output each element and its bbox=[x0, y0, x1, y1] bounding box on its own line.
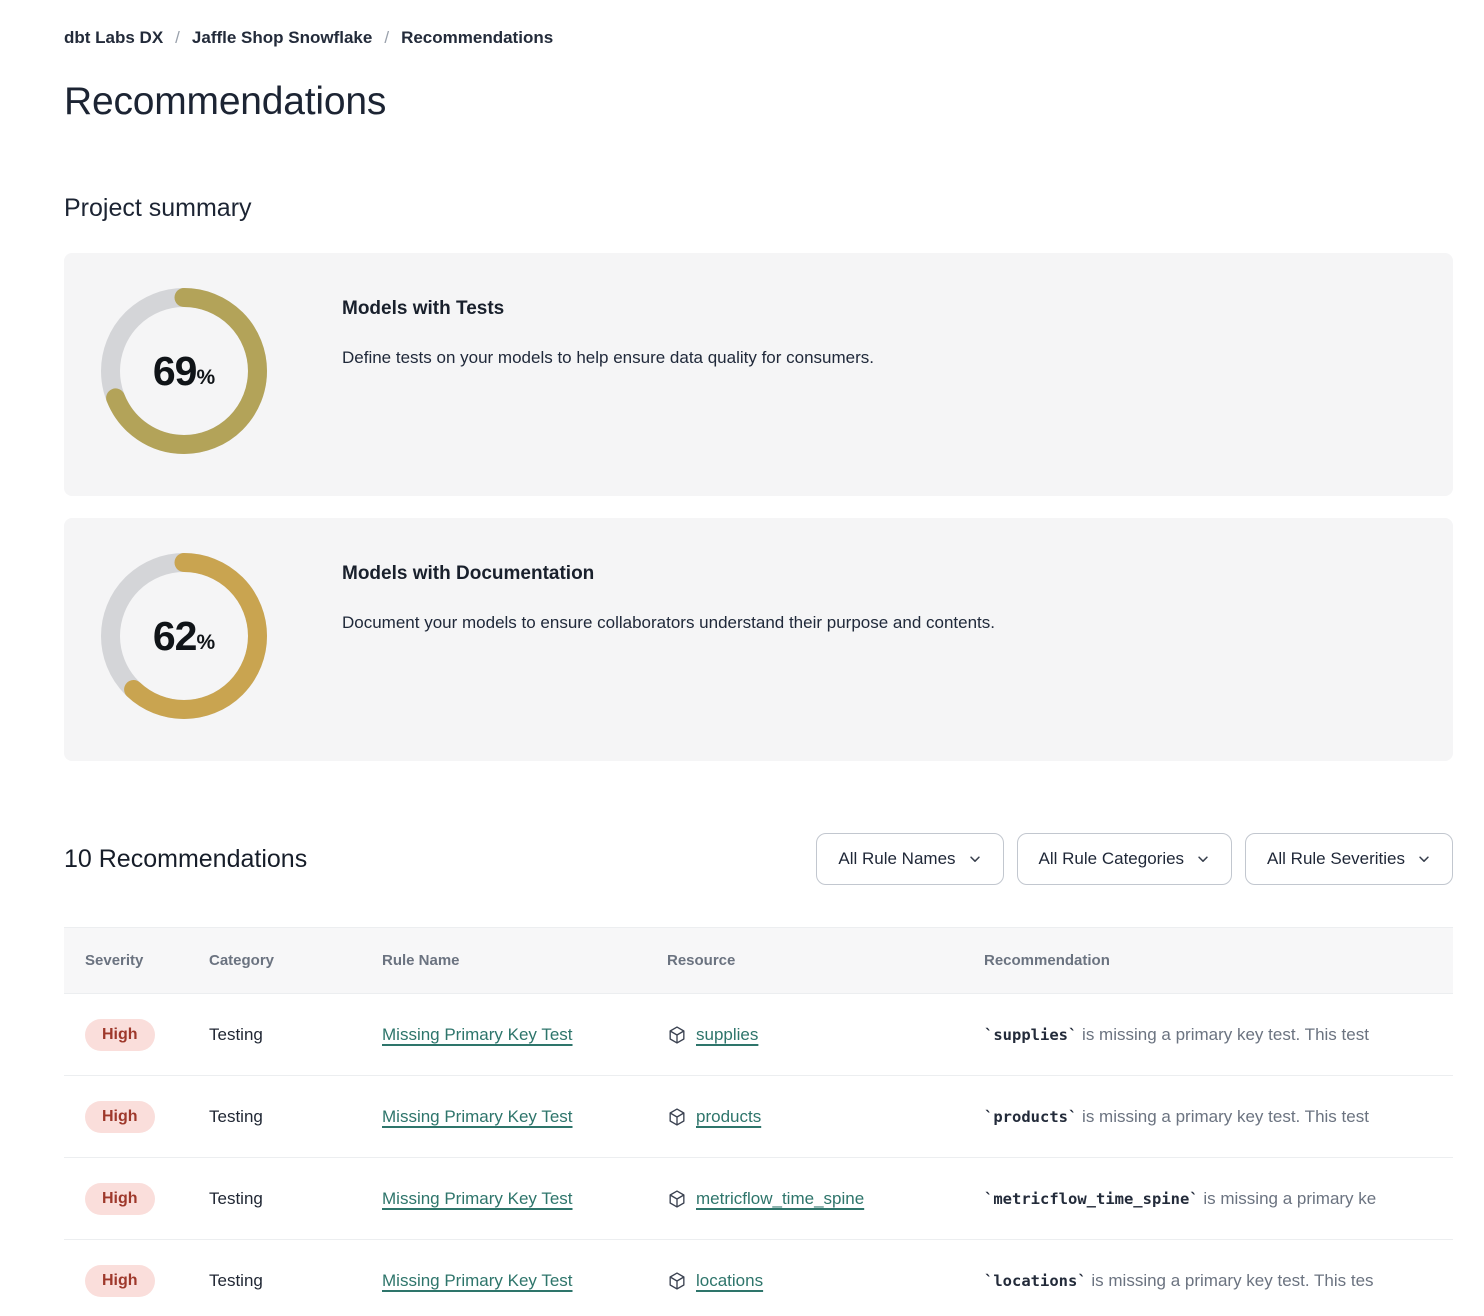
rule-names-filter-dropdown[interactable]: All Rule Names bbox=[816, 833, 1003, 885]
severity-badge: High bbox=[85, 1101, 155, 1133]
breadcrumb-separator: / bbox=[384, 28, 389, 48]
chevron-down-icon bbox=[968, 852, 982, 866]
rule-names-filter-label: All Rule Names bbox=[838, 849, 955, 869]
donut-percent-label: 69 % bbox=[101, 288, 267, 454]
card-description: Define tests on your models to help ensu… bbox=[342, 348, 874, 368]
breadcrumb-separator: / bbox=[175, 28, 180, 48]
documentation-donut-chart: 62 % bbox=[101, 553, 267, 719]
summary-card-models-with-documentation: 62 % Models with Documentation Document … bbox=[64, 518, 1453, 761]
recommendation-text: is missing a primary key test. This test bbox=[1077, 1107, 1369, 1126]
rule-name-link[interactable]: Missing Primary Key Test bbox=[382, 1271, 573, 1290]
donut-percent-sign: % bbox=[196, 631, 215, 655]
resource-link[interactable]: locations bbox=[696, 1271, 763, 1291]
column-header-severity: Severity bbox=[85, 952, 209, 969]
card-title: Models with Tests bbox=[342, 298, 874, 320]
table-row: High Testing Missing Primary Key Test lo… bbox=[64, 1239, 1453, 1316]
donut-percent-value: 69 bbox=[153, 348, 197, 395]
column-header-category: Category bbox=[209, 952, 382, 969]
rule-categories-filter-label: All Rule Categories bbox=[1039, 849, 1185, 869]
recommendation-text: is missing a primary key test. This test bbox=[1077, 1025, 1369, 1044]
table-row: High Testing Missing Primary Key Test pr… bbox=[64, 1075, 1453, 1157]
summary-card-models-with-tests: 69 % Models with Tests Define tests on y… bbox=[64, 253, 1453, 496]
recommendation-code: `supplies` bbox=[984, 1026, 1077, 1044]
table-row: High Testing Missing Primary Key Test su… bbox=[64, 993, 1453, 1075]
recommendations-table: Severity Category Rule Name Resource Rec… bbox=[64, 927, 1453, 1316]
recommendations-count-heading: 10 Recommendations bbox=[64, 845, 307, 874]
category-cell: Testing bbox=[209, 1107, 382, 1127]
severity-badge: High bbox=[85, 1183, 155, 1215]
recommendation-code: `products` bbox=[984, 1108, 1077, 1126]
table-header-row: Severity Category Rule Name Resource Rec… bbox=[64, 927, 1453, 993]
project-summary-heading: Project summary bbox=[64, 194, 1453, 223]
tests-donut-chart: 69 % bbox=[101, 288, 267, 454]
rule-name-link[interactable]: Missing Primary Key Test bbox=[382, 1107, 573, 1126]
recommendation-code: `locations` bbox=[984, 1272, 1087, 1290]
card-text-block: Models with Documentation Document your … bbox=[342, 553, 995, 633]
resource-cell: locations bbox=[667, 1271, 984, 1291]
recommendation-cell: `locations` is missing a primary key tes… bbox=[984, 1271, 1453, 1291]
rule-categories-filter-dropdown[interactable]: All Rule Categories bbox=[1017, 833, 1233, 885]
column-header-rule-name: Rule Name bbox=[382, 952, 667, 969]
chevron-down-icon bbox=[1417, 852, 1431, 866]
table-row: High Testing Missing Primary Key Test me… bbox=[64, 1157, 1453, 1239]
severity-badge: High bbox=[85, 1265, 155, 1297]
page-title: Recommendations bbox=[64, 80, 1453, 124]
column-header-recommendation: Recommendation bbox=[984, 952, 1453, 969]
donut-percent-value: 62 bbox=[153, 613, 197, 660]
package-icon bbox=[667, 1189, 687, 1209]
resource-cell: products bbox=[667, 1107, 984, 1127]
breadcrumb-current-recommendations: Recommendations bbox=[401, 28, 553, 48]
severity-badge: High bbox=[85, 1019, 155, 1051]
recommendation-cell: `metricflow_time_spine` is missing a pri… bbox=[984, 1189, 1453, 1209]
recommendation-code: `metricflow_time_spine` bbox=[984, 1190, 1199, 1208]
recommendation-cell: `products` is missing a primary key test… bbox=[984, 1107, 1453, 1127]
recommendation-cell: `supplies` is missing a primary key test… bbox=[984, 1025, 1453, 1045]
category-cell: Testing bbox=[209, 1189, 382, 1209]
rule-name-link[interactable]: Missing Primary Key Test bbox=[382, 1025, 573, 1044]
chevron-down-icon bbox=[1196, 852, 1210, 866]
breadcrumb: dbt Labs DX / Jaffle Shop Snowflake / Re… bbox=[64, 28, 1453, 48]
package-icon bbox=[667, 1107, 687, 1127]
donut-percent-label: 62 % bbox=[101, 553, 267, 719]
resource-link[interactable]: metricflow_time_spine bbox=[696, 1189, 864, 1209]
resource-cell: metricflow_time_spine bbox=[667, 1189, 984, 1209]
rule-severities-filter-label: All Rule Severities bbox=[1267, 849, 1405, 869]
category-cell: Testing bbox=[209, 1025, 382, 1045]
package-icon bbox=[667, 1271, 687, 1291]
card-description: Document your models to ensure collabora… bbox=[342, 613, 995, 633]
rule-name-link[interactable]: Missing Primary Key Test bbox=[382, 1189, 573, 1208]
card-text-block: Models with Tests Define tests on your m… bbox=[342, 288, 874, 368]
recommendations-page: dbt Labs DX / Jaffle Shop Snowflake / Re… bbox=[0, 0, 1484, 1316]
card-title: Models with Documentation bbox=[342, 563, 995, 585]
recommendation-text: is missing a primary ke bbox=[1199, 1189, 1377, 1208]
recommendation-text: is missing a primary key test. This tes bbox=[1087, 1271, 1374, 1290]
resource-cell: supplies bbox=[667, 1025, 984, 1045]
resource-link[interactable]: supplies bbox=[696, 1025, 758, 1045]
package-icon bbox=[667, 1025, 687, 1045]
category-cell: Testing bbox=[209, 1271, 382, 1291]
breadcrumb-link-dbt-labs-dx[interactable]: dbt Labs DX bbox=[64, 28, 163, 48]
donut-percent-sign: % bbox=[196, 366, 215, 390]
filters-group: All Rule Names All Rule Categories All R… bbox=[816, 833, 1453, 885]
rule-severities-filter-dropdown[interactable]: All Rule Severities bbox=[1245, 833, 1453, 885]
column-header-resource: Resource bbox=[667, 952, 984, 969]
breadcrumb-link-jaffle-shop-snowflake[interactable]: Jaffle Shop Snowflake bbox=[192, 28, 372, 48]
recommendations-header: 10 Recommendations All Rule Names All Ru… bbox=[64, 833, 1453, 885]
resource-link[interactable]: products bbox=[696, 1107, 761, 1127]
